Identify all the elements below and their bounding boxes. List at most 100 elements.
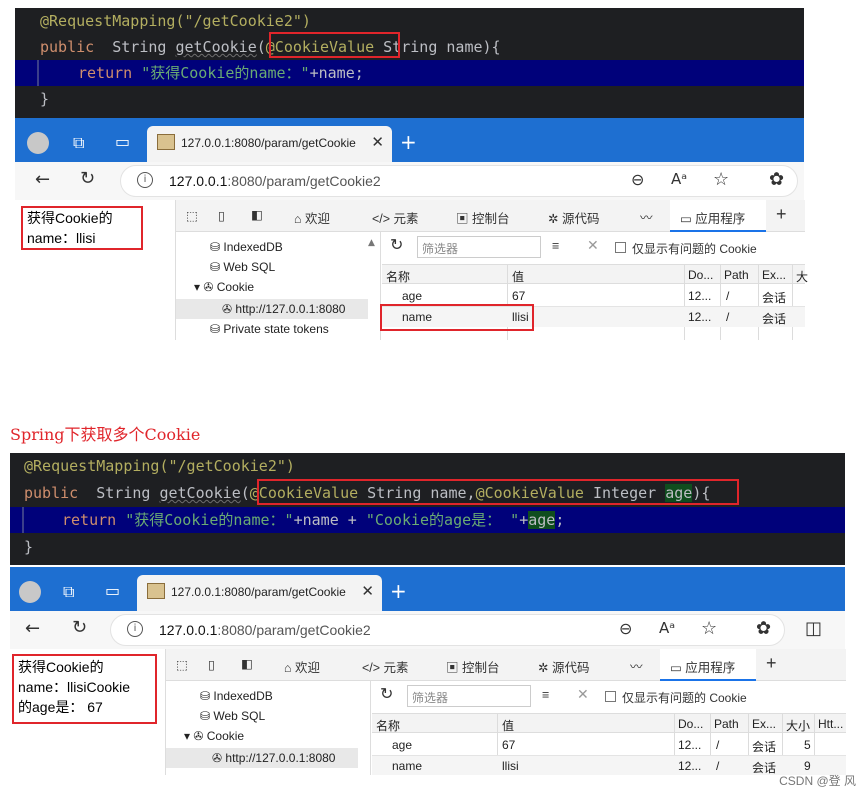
tab-sources[interactable]: ✲ 源代码 (548, 208, 599, 227)
zoom-icon[interactable]: ⊖ (631, 170, 644, 189)
tab-application[interactable]: ▭ 应用程序 (660, 649, 756, 681)
col-header-value[interactable]: 值 (512, 268, 524, 285)
tab-actions-icon[interactable]: ▭ (115, 132, 130, 151)
tab-welcome[interactable]: ⌂ 欢迎 (294, 208, 330, 227)
back-icon[interactable]: ← (35, 169, 50, 190)
col-header-domain[interactable]: Do... (688, 268, 713, 282)
col-header-httponly[interactable]: Htt... (818, 717, 843, 731)
table-row[interactable]: age 67 12... / 会话 5 (372, 735, 846, 755)
col-header-path[interactable]: Path (714, 717, 739, 731)
browser-tab[interactable]: 127.0.0.1:8080/param/getCookie ✕ (137, 575, 382, 611)
sidebar-tree: ⛁ IndexedDB ⛁ Web SQL ▾ ✇ Cookie ✇ http:… (176, 232, 381, 340)
col-header-value[interactable]: 值 (502, 717, 514, 734)
show-issues-checkbox[interactable] (605, 691, 616, 702)
show-issues-label: 仅显示有问题的 Cookie (632, 242, 757, 256)
tab-actions-icon[interactable]: ▭ (105, 581, 120, 600)
tab-console[interactable]: ▣ 控制台 (446, 657, 500, 676)
network-icon[interactable]: 〰 (630, 656, 643, 675)
delete-selected-icon[interactable]: ✕ (587, 237, 599, 254)
col-header-name[interactable]: 名称 (376, 717, 400, 734)
profile-avatar[interactable] (27, 132, 49, 154)
tree-item-indexeddb[interactable]: ⛁ IndexedDB (200, 689, 273, 703)
clear-all-icon[interactable]: ≡ (552, 239, 559, 253)
refresh-icon[interactable]: ↻ (72, 617, 87, 638)
browser-tab[interactable]: 127.0.0.1:8080/param/getCookie ✕ (147, 126, 392, 162)
favorite-star-icon[interactable]: ☆ (701, 618, 717, 639)
code-editor-2: @RequestMapping("/getCookie2") public St… (10, 453, 845, 565)
browser-tab-bar-1: ⧉ ▭ 127.0.0.1:8080/param/getCookie ✕ + (15, 118, 804, 162)
dock-icon[interactable]: ◧ (241, 656, 253, 671)
tab-sources[interactable]: ✲ 源代码 (538, 657, 589, 676)
concat-expr: +name + (293, 511, 366, 529)
highlight-box-params (257, 479, 739, 505)
tab-elements[interactable]: </> 元素 (362, 657, 409, 676)
tree-item-websql[interactable]: ⛁ Web SQL (200, 709, 265, 723)
url-path: :8080/param/getCookie2 (227, 173, 381, 189)
delete-selected-icon[interactable]: ✕ (577, 686, 589, 703)
network-icon[interactable]: 〰 (640, 207, 653, 226)
devtools-2: ⬚ ▯ ◧ ⌂ 欢迎 </> 元素 ▣ 控制台 ✲ 源代码 〰 ▭ 应用程序 +… (165, 649, 846, 775)
back-icon[interactable]: ← (25, 618, 40, 639)
refresh-cookies-icon[interactable]: ↻ (390, 235, 403, 254)
add-panel-button[interactable]: + (776, 204, 787, 225)
tree-item-websql[interactable]: ⛁ Web SQL (210, 260, 275, 274)
tab-close-icon[interactable]: ✕ (371, 133, 384, 151)
clear-all-icon[interactable]: ≡ (542, 688, 549, 702)
filter-input[interactable]: 筛选器 (407, 685, 531, 707)
url-field[interactable]: i 127.0.0.1:8080/param/getCookie2 ⊖ A͏ᵃ … (110, 614, 785, 646)
tab-console[interactable]: ▣ 控制台 (456, 208, 510, 227)
table-row[interactable]: name llisi 12... / 会话 9 (372, 756, 846, 775)
col-header-size[interactable]: 大小 (786, 717, 810, 734)
refresh-cookies-icon[interactable]: ↻ (380, 684, 393, 703)
col-header-size[interactable]: 大 (796, 268, 808, 285)
collections-icon[interactable]: ⧉ (63, 582, 74, 602)
read-aloud-icon[interactable]: A͏ᵃ (671, 170, 687, 188)
new-tab-button[interactable]: + (400, 130, 417, 154)
zoom-icon[interactable]: ⊖ (619, 619, 632, 638)
scroll-up-icon[interactable]: ▲ (368, 238, 375, 248)
paren-open: ( (240, 484, 250, 502)
dock-icon[interactable]: ◧ (251, 207, 263, 222)
tree-item-private-tokens[interactable]: ⛁ Private state tokens (210, 322, 329, 336)
extensions-icon[interactable]: ✿ (769, 169, 784, 190)
inspect-icon[interactable]: ⬚ (186, 208, 198, 223)
tab-welcome[interactable]: ⌂ 欢迎 (284, 657, 320, 676)
col-header-expires[interactable]: Ex... (752, 717, 776, 731)
tab-label: 欢迎 (305, 212, 331, 226)
col-header-path[interactable]: Path (724, 268, 749, 282)
url-field[interactable]: i 127.0.0.1:8080/param/getCookie2 ⊖ A͏ᵃ … (120, 165, 798, 197)
read-aloud-icon[interactable]: A͏ᵃ (659, 619, 675, 637)
device-icon[interactable]: ▯ (218, 208, 225, 223)
col-header-expires[interactable]: Ex... (762, 268, 786, 282)
tab-close-icon[interactable]: ✕ (361, 582, 374, 600)
refresh-icon[interactable]: ↻ (80, 168, 95, 189)
tree-item-cookie-url[interactable]: ✇ http://127.0.0.1:8080 (222, 302, 345, 316)
split-screen-icon[interactable]: ◫ (805, 618, 822, 639)
inspect-icon[interactable]: ⬚ (176, 657, 188, 672)
filter-input[interactable]: 筛选器 (417, 236, 541, 258)
tab-label: 元素 (383, 661, 409, 675)
site-info-icon[interactable]: i (127, 621, 143, 637)
tree-label: Web SQL (223, 260, 276, 274)
concat-plus: + (519, 511, 529, 529)
site-info-icon[interactable]: i (137, 172, 153, 188)
tab-elements[interactable]: </> 元素 (372, 208, 419, 227)
collections-icon[interactable]: ⧉ (73, 133, 84, 153)
add-panel-button[interactable]: + (766, 653, 777, 674)
cell-name: name (392, 759, 423, 773)
show-issues-checkbox[interactable] (615, 242, 626, 253)
tree-item-cookie[interactable]: ▾ ✇ Cookie (184, 729, 244, 743)
tab-application[interactable]: ▭ 应用程序 (670, 200, 766, 232)
new-tab-button[interactable]: + (390, 579, 407, 603)
tree-item-cookie-url[interactable]: ✇ http://127.0.0.1:8080 (212, 751, 335, 765)
col-header-domain[interactable]: Do... (678, 717, 703, 731)
col-header-name[interactable]: 名称 (386, 268, 410, 285)
extensions-icon[interactable]: ✿ (756, 618, 771, 639)
table-row[interactable]: age 67 12... / 会话 (382, 286, 805, 306)
device-icon[interactable]: ▯ (208, 657, 215, 672)
tree-item-cookie[interactable]: ▾ ✇ Cookie (194, 280, 254, 294)
profile-avatar[interactable] (19, 581, 41, 603)
tree-item-indexeddb[interactable]: ⛁ IndexedDB (210, 240, 283, 254)
cookie-pane: ↻ 筛选器 ≡ ✕ 仅显示有问题的 Cookie 名称 值 Do... Path… (380, 232, 808, 340)
favorite-star-icon[interactable]: ☆ (713, 169, 729, 190)
